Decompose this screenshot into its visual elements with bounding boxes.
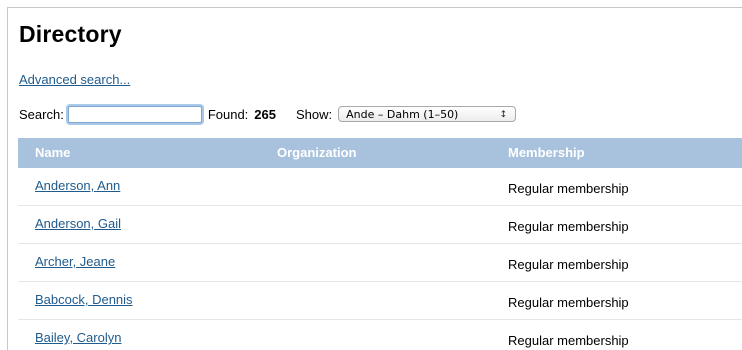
directory-page: Directory Advanced search... Search: Fou… (7, 7, 742, 350)
table-row: Archer, Jeane Regular membership (18, 244, 742, 282)
search-bar: Search: Found: 265 Show: Ande – Dahm (1–… (19, 104, 517, 124)
show-label: Show: (296, 106, 333, 122)
column-header-membership[interactable]: Membership (508, 138, 585, 168)
found-label: Found: (207, 106, 249, 122)
page-title: Directory (19, 21, 122, 47)
show-range-select[interactable]: Ande – Dahm (1–50) ↕ (338, 106, 517, 122)
membership-cell: Regular membership (508, 257, 629, 272)
search-label: Search: (19, 106, 64, 122)
member-name-link[interactable]: Anderson, Gail (35, 216, 121, 231)
table-row: Bailey, Carolyn Regular membership (18, 320, 742, 350)
advanced-search-link[interactable]: Advanced search... (19, 72, 130, 87)
found-count: 265 (254, 106, 276, 122)
member-name-link[interactable]: Archer, Jeane (35, 254, 115, 269)
member-name-link[interactable]: Babcock, Dennis (35, 292, 133, 307)
table-header: Name Organization Membership (18, 138, 742, 168)
membership-cell: Regular membership (508, 333, 629, 348)
membership-cell: Regular membership (508, 181, 629, 196)
membership-cell: Regular membership (508, 295, 629, 310)
member-name-link[interactable]: Anderson, Ann (35, 178, 120, 193)
search-input-wrapper (67, 105, 202, 123)
membership-cell: Regular membership (508, 219, 629, 234)
search-input[interactable] (67, 105, 202, 123)
column-header-name[interactable]: Name (35, 138, 70, 168)
table-row: Babcock, Dennis Regular membership (18, 282, 742, 320)
table-row: Anderson, Gail Regular membership (18, 206, 742, 244)
select-arrows-icon: ↕ (499, 110, 508, 120)
table-row: Anderson, Ann Regular membership (18, 168, 742, 206)
column-header-organization[interactable]: Organization (277, 138, 356, 168)
show-range-value: Ande – Dahm (1–50) (346, 108, 459, 121)
